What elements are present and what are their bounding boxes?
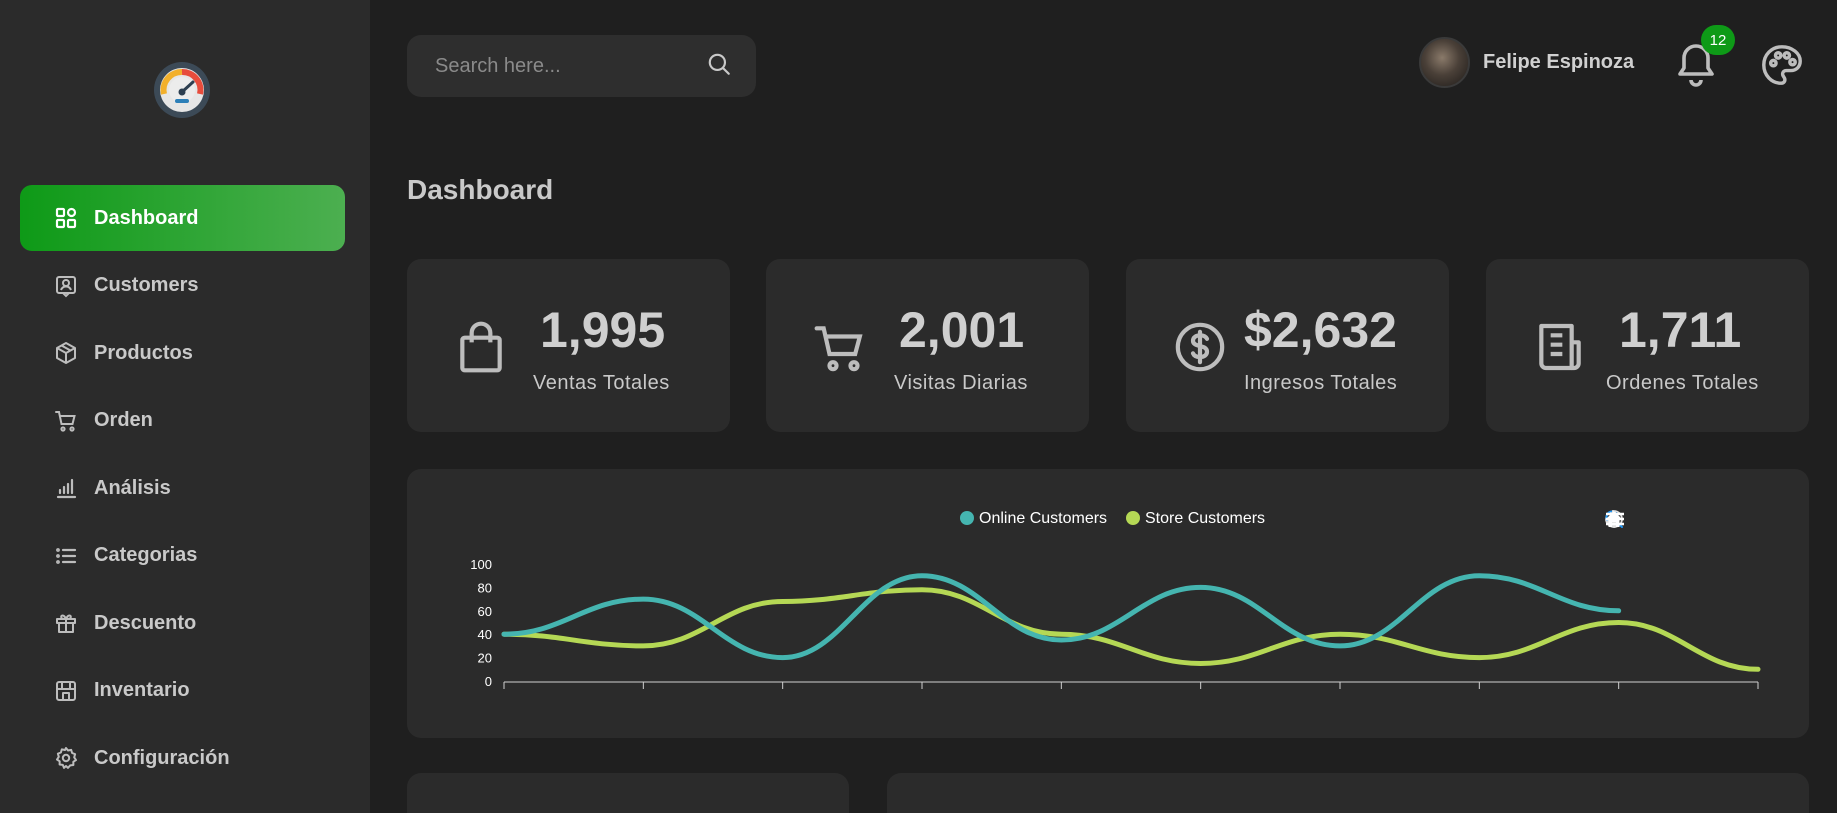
shopping-bag-icon	[453, 319, 509, 375]
customers-chart-card: 0 20 40 60 80 100 Online Customers Store Custom…	[407, 469, 1809, 738]
series-line-online	[501, 573, 1622, 661]
dashboard-icon	[53, 205, 79, 231]
receipt-icon	[1532, 319, 1588, 375]
speedometer-logo-icon[interactable]	[154, 62, 210, 118]
menu-icon[interactable]	[1606, 509, 1761, 531]
sidebar-item-label: Descuento	[94, 611, 197, 634]
stat-card-ordenes: 1,711 Ordenes Totales	[1486, 259, 1809, 432]
stat-label: Ingresos Totales	[1244, 372, 1398, 394]
sidebar-item-label: Productos	[94, 341, 193, 364]
sidebar-item-productos[interactable]: Productos	[20, 320, 345, 386]
search-input[interactable]	[435, 54, 706, 78]
pan-hand-icon[interactable]	[1607, 509, 1707, 531]
y-tick-label: 60	[478, 604, 492, 619]
sidebar: Dashboard Customers Productos Orden Anál…	[0, 0, 370, 813]
notification-badge: 12	[1701, 25, 1735, 55]
customers-line-chart[interactable]: 0 20 40 60 80 100 Online Customers Store Custom…	[407, 469, 1809, 738]
stat-value: 1,711	[1619, 302, 1742, 358]
y-tick-label: 100	[470, 557, 492, 572]
sidebar-item-descuento[interactable]: Descuento	[20, 590, 345, 656]
bottom-card-left	[407, 773, 849, 813]
search-icon[interactable]	[706, 51, 732, 82]
list-icon	[53, 543, 79, 569]
box-icon	[53, 340, 79, 366]
y-tick-label: 80	[478, 580, 492, 595]
legend-marker	[1126, 511, 1140, 525]
sidebar-item-label: Customers	[94, 274, 199, 296]
palette-icon[interactable]	[1759, 42, 1805, 88]
sidebar-nav: Dashboard Customers Productos Orden Anál…	[20, 185, 345, 793]
legend-marker	[960, 511, 974, 525]
sidebar-item-orden[interactable]: Orden	[20, 388, 345, 454]
stat-label: Visitas Diarias	[894, 372, 1028, 394]
y-tick-label: 0	[485, 674, 492, 689]
dollar-icon	[1172, 319, 1228, 375]
sidebar-item-inventario[interactable]: Inventario	[20, 658, 345, 724]
stat-label: Ventas Totales	[533, 372, 670, 394]
sidebar-item-categorias[interactable]: Categorias	[20, 523, 345, 589]
selection-zoom-icon[interactable]	[1605, 509, 1680, 531]
customer-icon	[53, 273, 79, 299]
sidebar-item-label: Categorias	[94, 544, 198, 566]
bar-chart-icon	[53, 475, 79, 501]
sidebar-item-analisis[interactable]: Análisis	[20, 455, 345, 521]
stat-card-ingresos: $2,632 Ingresos Totales	[1126, 259, 1449, 432]
sidebar-item-label: Dashboard	[94, 206, 199, 229]
sidebar-item-configuracion[interactable]: Configuración	[20, 725, 345, 791]
legend-label: Store Customers	[1145, 510, 1265, 527]
legend-label: Online Customers	[979, 510, 1107, 527]
zoom-out-icon[interactable]	[1605, 509, 1653, 531]
stat-label: Ordenes Totales	[1606, 372, 1759, 394]
sidebar-item-customers[interactable]: Customers	[20, 253, 345, 319]
y-tick-label: 20	[478, 651, 492, 666]
cart-icon	[812, 319, 868, 375]
stat-value: 2,001	[899, 302, 1025, 358]
sidebar-item-label: Configuración	[94, 746, 230, 769]
user-profile[interactable]: Felipe Espinoza	[1419, 37, 1634, 88]
search-bar	[407, 35, 756, 97]
gift-icon	[53, 610, 79, 636]
chart-toolbar	[1604, 509, 1761, 531]
avatar[interactable]	[1419, 37, 1470, 88]
store-icon	[53, 678, 79, 704]
sidebar-item-dashboard[interactable]: Dashboard	[20, 185, 345, 251]
gear-icon	[53, 745, 79, 771]
user-name: Felipe Espinoza	[1483, 51, 1635, 73]
bottom-card-right	[887, 773, 1809, 813]
stat-card-visitas: 2,001 Visitas Diarias	[766, 259, 1089, 432]
sidebar-item-label: Inventario	[94, 679, 190, 701]
reset-home-icon[interactable]	[1606, 509, 1734, 531]
cart-icon	[53, 408, 79, 434]
page-title: Dashboard	[407, 174, 554, 205]
sidebar-item-label: Orden	[94, 409, 153, 431]
sidebar-item-label: Análisis	[94, 476, 171, 499]
stat-card-ventas: 1,995 Ventas Totales	[407, 259, 730, 432]
stat-value: $2,632	[1244, 302, 1397, 358]
stat-value: 1,995	[540, 302, 666, 358]
y-tick-label: 40	[478, 627, 492, 642]
